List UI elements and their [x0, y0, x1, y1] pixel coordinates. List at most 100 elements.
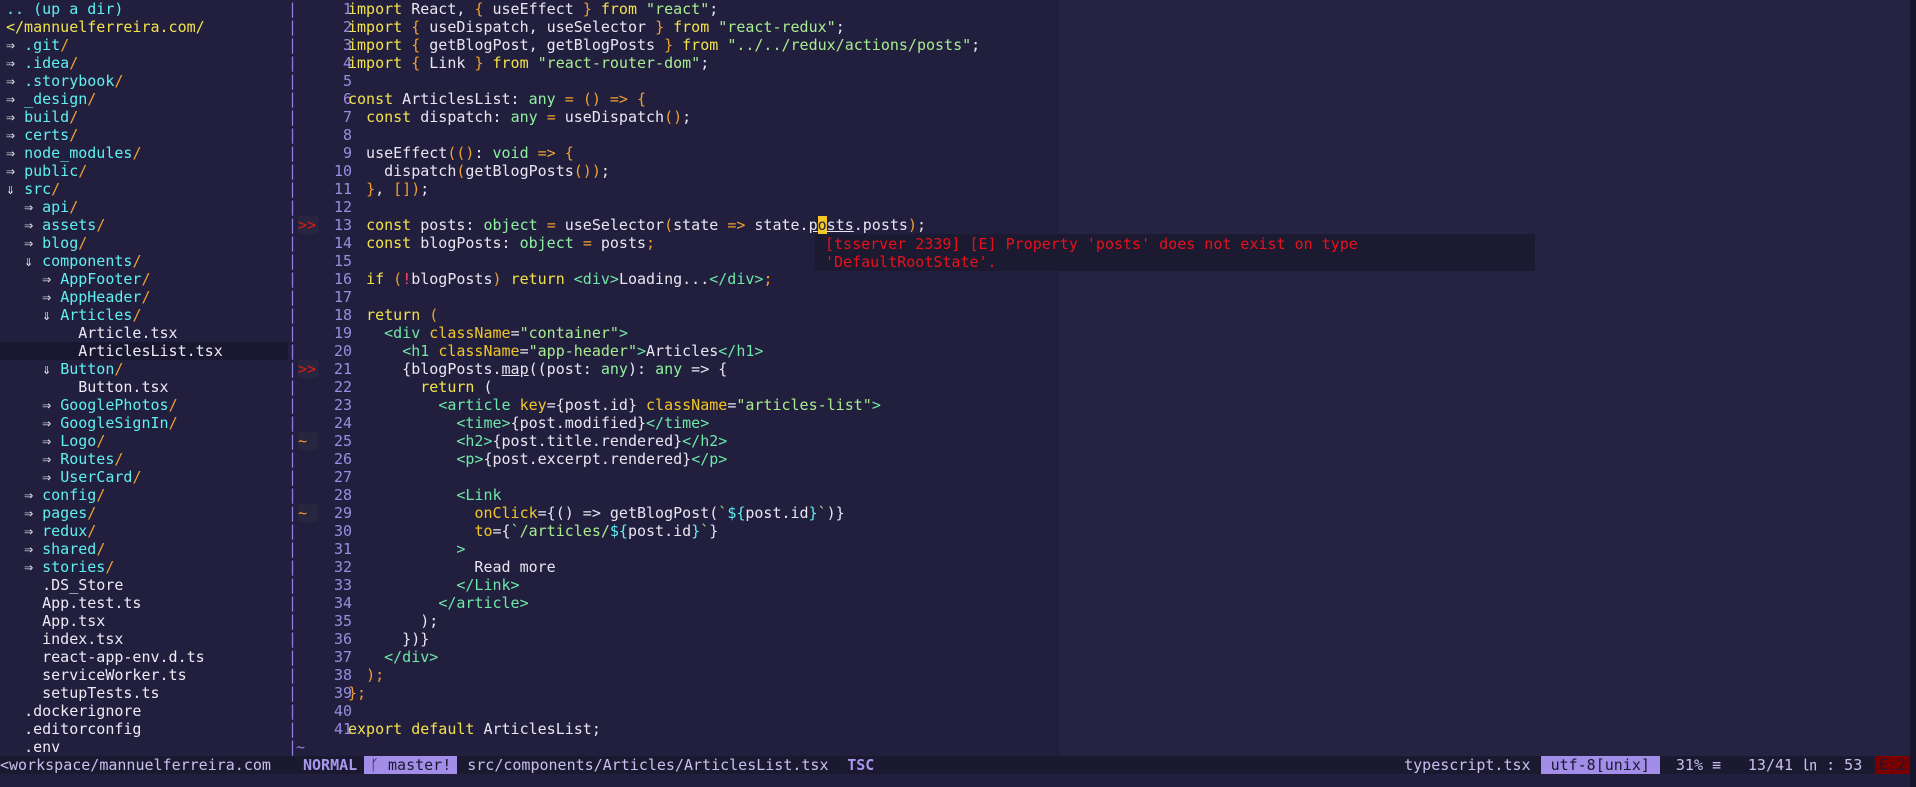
code-line[interactable]: | >> 21 {blogPosts.map((post: any): any =>… [288, 360, 1910, 378]
tree-item[interactable]: .editorconfig [0, 720, 288, 738]
window-separator: | [288, 234, 298, 252]
code-line[interactable]: | ~25 <h2>{post.title.rendered}</h2> [288, 432, 1910, 450]
code-line[interactable]: | 16 if (!blogPosts) return <div>Loading.… [288, 270, 1910, 288]
tree-item[interactable]: ⇓ src/ [0, 180, 288, 198]
code-line[interactable]: | 12 [288, 198, 1910, 216]
line-number: 18 [333, 306, 352, 324]
code-line[interactable]: | 23 <article key={post.id} className="ar… [288, 396, 1910, 414]
code-line[interactable]: | 33 </Link> [288, 576, 1910, 594]
tree-item[interactable]: ⇒ config/ [0, 486, 288, 504]
window-separator: | [288, 414, 298, 432]
tree-item[interactable]: .. (up a dir) [0, 0, 288, 18]
tree-item[interactable]: ⇒ build/ [0, 108, 288, 126]
tree-item[interactable]: ⇒ .storybook/ [0, 72, 288, 90]
code-token: { [411, 54, 421, 72]
code-line[interactable]: | 6 const ArticlesList: any = () => { [288, 90, 1910, 108]
tree-item[interactable]: ⇒ assets/ [0, 216, 288, 234]
folder-slash: / [132, 252, 142, 270]
tree-item[interactable]: ⇓ Articles/ [0, 306, 288, 324]
code-line[interactable]: | 3 import { getBlogPost, getBlogPosts } f… [288, 36, 1910, 54]
code-line[interactable]: | 31 > [288, 540, 1910, 558]
tree-item[interactable]: ⇒ AppHeader/ [0, 288, 288, 306]
tree-item[interactable]: Button.tsx [0, 378, 288, 396]
tree-item[interactable]: setupTests.ts [0, 684, 288, 702]
tree-item[interactable]: ⇒ node_modules/ [0, 144, 288, 162]
folder-collapsed-icon: ⇒ [6, 144, 16, 162]
code-line[interactable]: | 27 [288, 468, 1910, 486]
tree-item[interactable]: ⇒ redux/ [0, 522, 288, 540]
code-line[interactable]: | 8 [288, 126, 1910, 144]
tree-item[interactable]: .dockerignore [0, 702, 288, 720]
folder-slash: / [69, 54, 79, 72]
tree-item[interactable]: ⇒ pages/ [0, 504, 288, 522]
code-line[interactable]: | 40 [288, 702, 1910, 720]
tree-item[interactable]: ⇒ .git/ [0, 36, 288, 54]
code-line[interactable]: | 4 import { Link } from "react-router-dom… [288, 54, 1910, 72]
tree-item[interactable]: ⇒ api/ [0, 198, 288, 216]
tree-item[interactable]: ⇒ blog/ [0, 234, 288, 252]
tree-item[interactable]: ⇒ shared/ [0, 540, 288, 558]
code-line[interactable]: | 10 dispatch(getBlogPosts()); [288, 162, 1910, 180]
folder-slash: / [87, 504, 97, 522]
tree-item[interactable]: ⇓ components/ [0, 252, 288, 270]
tree-item[interactable]: ⇒ certs/ [0, 126, 288, 144]
tree-item[interactable]: react-app-env.d.ts [0, 648, 288, 666]
code-line[interactable]: | 9 useEffect((): void => { [288, 144, 1910, 162]
code-line[interactable]: | 39}; [288, 684, 1910, 702]
code-line[interactable]: | 41 export default ArticlesList; [288, 720, 1910, 738]
code-line[interactable]: | 34 </article> [288, 594, 1910, 612]
window-separator: | [288, 486, 298, 504]
code-line[interactable]: | 32 Read more [288, 558, 1910, 576]
tree-item[interactable]: </mannuelferreira.com/ [0, 18, 288, 36]
code-line[interactable]: | >> 13 const posts: object = useSelector(… [288, 216, 1910, 234]
tree-item[interactable]: ⇒ stories/ [0, 558, 288, 576]
code-line[interactable]: | 7 const dispatch: any = useDispatch(); [288, 108, 1910, 126]
code-text: ); [348, 612, 438, 630]
code-line[interactable]: | 35 ); [288, 612, 1910, 630]
code-line[interactable]: | 37 </div> [288, 648, 1910, 666]
code-line[interactable]: | 22 return ( [288, 378, 1910, 396]
tree-item[interactable]: ⇒ Routes/ [0, 450, 288, 468]
tree-item[interactable]: .DS_Store [0, 576, 288, 594]
tree-item[interactable]: .env [0, 738, 288, 756]
tree-item[interactable]: App.tsx [0, 612, 288, 630]
code-line[interactable]: | ~29 onClick={() => getBlogPost(`${post.… [288, 504, 1910, 522]
tree-item[interactable]: ⇓ Button/ [0, 360, 288, 378]
tree-item[interactable]: ⇒ _design/ [0, 90, 288, 108]
code-line[interactable]: | 38 ); [288, 666, 1910, 684]
code-line[interactable]: | 20 <h1 className="app-header">Articles<… [288, 342, 1910, 360]
code-line[interactable]: | 30 to={`/articles/${post.id}`} [288, 522, 1910, 540]
code-token: useEffect [348, 144, 448, 162]
code-line[interactable]: | 11 }, []); [288, 180, 1910, 198]
code-token: state [673, 216, 728, 234]
code-line[interactable]: | 1 import React, { useEffect } from "reac… [288, 0, 1910, 18]
tree-item[interactable]: index.tsx [0, 630, 288, 648]
code-line[interactable]: | 19 <div className="container"> [288, 324, 1910, 342]
tree-item[interactable]: serviceWorker.ts [0, 666, 288, 684]
code-editor[interactable]: | 1 import React, { useEffect } from "reac… [288, 0, 1910, 756]
tree-item[interactable]: ArticlesList.tsx [0, 342, 288, 360]
code-line[interactable]: | 28 <Link [288, 486, 1910, 504]
code-line[interactable]: | 26 <p>{post.excerpt.rendered}</p> [288, 450, 1910, 468]
tree-item[interactable]: ⇒ .idea/ [0, 54, 288, 72]
tree-item[interactable]: ⇒ GooglePhotos/ [0, 396, 288, 414]
code-line[interactable]: | 2 import { useDispatch, useSelector } fr… [288, 18, 1910, 36]
code-token: const [366, 216, 412, 234]
tree-item[interactable]: ⇒ Logo/ [0, 432, 288, 450]
code-line[interactable]: | 18 return ( [288, 306, 1910, 324]
tree-item[interactable]: App.test.ts [0, 594, 288, 612]
code-line[interactable]: | 5 [288, 72, 1910, 90]
tree-item[interactable]: ⇒ AppFooter/ [0, 270, 288, 288]
tree-item[interactable]: Article.tsx [0, 324, 288, 342]
folder-slash: / [132, 468, 142, 486]
code-line[interactable]: | 36 })} [288, 630, 1910, 648]
tree-item[interactable]: ⇒ public/ [0, 162, 288, 180]
tree-item[interactable]: ⇒ GoogleSignIn/ [0, 414, 288, 432]
tree-item[interactable]: ⇒ UserCard/ [0, 468, 288, 486]
code-line[interactable]: | 17 [288, 288, 1910, 306]
code-line[interactable]: | 24 <time>{post.modified}</time> [288, 414, 1910, 432]
